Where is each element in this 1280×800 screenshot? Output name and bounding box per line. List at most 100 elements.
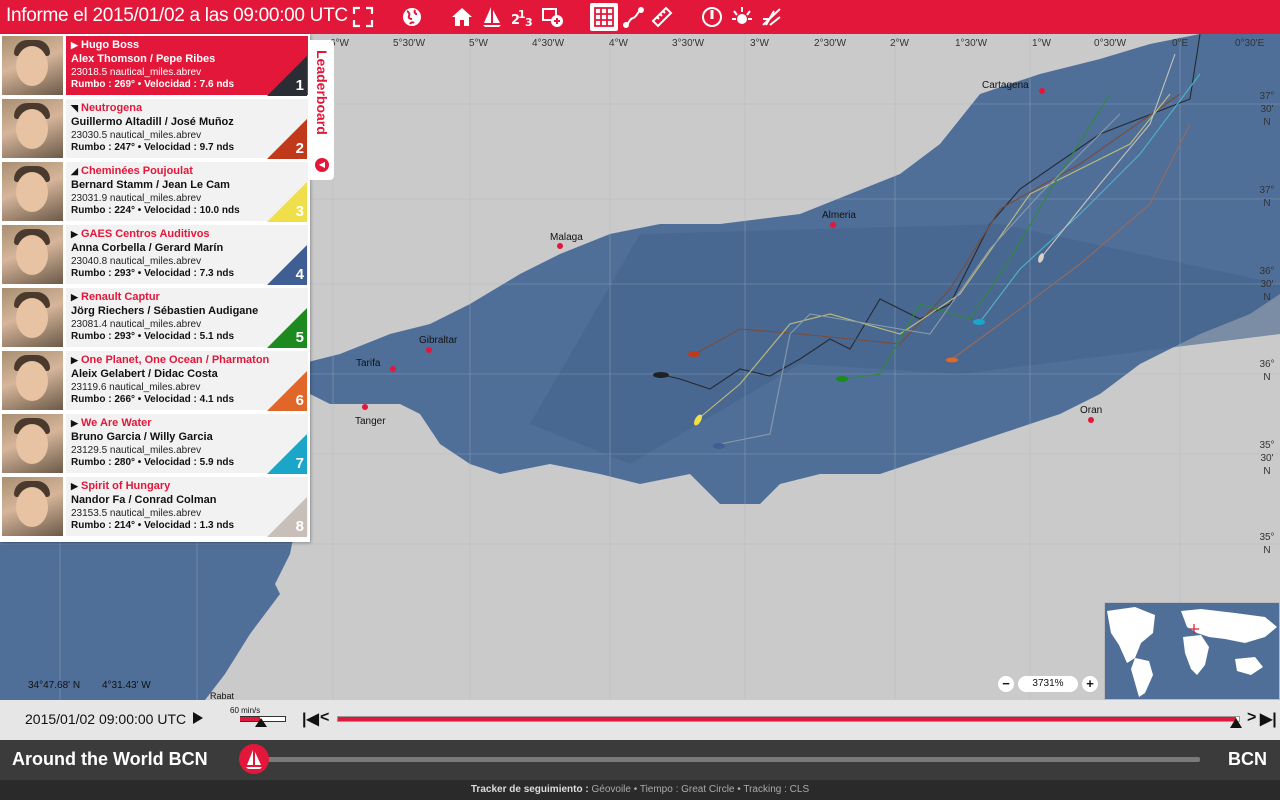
leaderboard-row[interactable]: ◢ Cheminées Poujoulat Bernard Stamm / Jean… <box>0 160 310 223</box>
playback-rate: 60 min/s <box>230 706 261 715</box>
leaderboard-row[interactable]: ▶ One Planet, One Ocean / Pharmaton Aleix … <box>0 349 310 412</box>
trend-icon: ▶ <box>71 229 78 239</box>
step-back-icon[interactable]: < <box>320 709 329 727</box>
leaderboard-tab-label: Leaderboard <box>314 50 330 135</box>
lat-label-line: N <box>1263 117 1271 128</box>
leaderboard-row[interactable]: ◥ Neutrogena Guillermo Altadill / José Muñ… <box>0 97 310 160</box>
lon-label: 3°30'W <box>672 38 705 49</box>
globe-icon[interactable] <box>398 3 426 31</box>
top-bar: Informe el 2015/01/02 a las 09:00:00 UTC… <box>0 0 1280 34</box>
boat-name: ◥ Neutrogena <box>71 102 308 114</box>
grid-icon[interactable] <box>590 3 618 31</box>
zoom-in-button[interactable]: + <box>1082 676 1098 692</box>
timeline-handle[interactable] <box>1230 718 1242 728</box>
leaderboard-row[interactable]: ▶ We Are Water Bruno Garcia / Willy Garcia… <box>0 412 310 475</box>
add-layer-icon[interactable] <box>538 3 566 31</box>
leaderboard-row[interactable]: ▶ Renault Captur Jörg Riechers / Sébastien… <box>0 286 310 349</box>
lat-label: 37° N <box>1258 184 1276 210</box>
skipper-photo <box>2 414 63 473</box>
boat-name: ▶ Renault Captur <box>71 291 308 303</box>
photo-face <box>16 235 48 275</box>
fullscreen-icon[interactable] <box>349 3 377 31</box>
leaderboard-row[interactable]: ▶ Spirit of Hungary Nandor Fa / Conrad Col… <box>0 475 310 538</box>
boat-name-text: Cheminées Poujoulat <box>81 165 193 177</box>
lat-label-line: 37° <box>1259 185 1275 196</box>
rank-badge: 3 <box>267 182 307 222</box>
skipper-photo <box>2 288 63 347</box>
rank-number: 5 <box>295 329 304 346</box>
rank-badge: 2 <box>267 119 307 159</box>
boat-name: ◢ Cheminées Poujoulat <box>71 165 308 177</box>
lat-label: 36° 30' N <box>1258 265 1276 304</box>
lon-label: 4°W <box>609 38 628 49</box>
boat-name-text: Renault Captur <box>81 291 160 303</box>
skipper-photo <box>2 225 63 284</box>
lat-label: 37° 30' N <box>1258 90 1276 129</box>
cursor-latitude: 34°47.68' N <box>28 680 81 691</box>
boat-name: ▶ Hugo Boss <box>71 39 308 51</box>
svg-text:3: 3 <box>525 16 533 29</box>
city-tanger: Tanger <box>355 416 386 427</box>
rank-badge: 1 <box>267 56 307 96</box>
step-forward-icon[interactable]: > <box>1247 709 1256 727</box>
city-cartagena: Cartagena <box>982 80 1029 91</box>
leaderboard-row[interactable]: ▶ Hugo Boss Alex Thomson / Pepe Ribes 23018… <box>0 34 310 97</box>
play-icon[interactable] <box>193 712 203 724</box>
rank-number: 3 <box>295 203 304 220</box>
barometer-icon[interactable] <box>698 3 726 31</box>
lat-label-line: 36° <box>1259 266 1275 277</box>
boat-name: ▶ One Planet, One Ocean / Pharmaton <box>71 354 308 366</box>
rank-number: 7 <box>295 455 304 472</box>
boat-name-text: Hugo Boss <box>81 39 140 51</box>
minimap-canvas[interactable] <box>1105 603 1280 700</box>
race-bar: Around the World BCN BCN <box>0 740 1280 780</box>
report-title: Informe el 2015/01/02 a las 09:00:00 UTC <box>6 5 348 26</box>
credits-text: Géovoile • Tiempo : Great Circle • Track… <box>588 784 810 795</box>
boat-name: ▶ We Are Water <box>71 417 308 429</box>
leaderboard-row[interactable]: ▶ GAES Centros Auditivos Anna Corbella / G… <box>0 223 310 286</box>
lon-label: 0°E <box>1172 38 1189 49</box>
rate-slider-handle[interactable] <box>255 718 267 727</box>
rank-number: 2 <box>295 140 304 157</box>
route-icon[interactable] <box>620 3 648 31</box>
lat-label-line: N <box>1263 545 1271 556</box>
cursor-longitude: 4°31.43' W <box>102 680 151 691</box>
photo-face <box>16 424 48 464</box>
boat-name-text: One Planet, One Ocean / Pharmaton <box>81 354 270 366</box>
skip-to-start-icon[interactable]: |◀ <box>302 709 319 729</box>
credits-footer: Tracker de seguimiento : Géovoile • Tiem… <box>0 780 1280 800</box>
app-root: Informe el 2015/01/02 a las 09:00:00 UTC… <box>0 0 1280 800</box>
sailboat-icon[interactable] <box>478 3 506 31</box>
trend-icon: ▶ <box>71 40 78 50</box>
race-progress-track <box>264 757 1200 762</box>
trend-icon: ◢ <box>71 166 78 176</box>
rank-number: 1 <box>295 77 304 94</box>
lon-label: 0°30'W <box>1094 38 1127 49</box>
trend-icon: ◥ <box>71 103 78 113</box>
photo-face <box>16 361 48 401</box>
collapse-arrow-icon[interactable]: ◀ <box>315 158 329 172</box>
zoom-out-button[interactable]: − <box>998 676 1014 692</box>
world-minimap[interactable] <box>1104 602 1280 700</box>
lat-label: 35° N <box>1258 531 1276 557</box>
rank-badge: 7 <box>267 434 307 474</box>
home-icon[interactable] <box>448 3 476 31</box>
rank-badge: 4 <box>267 245 307 285</box>
credits-label: Tracker de seguimiento : <box>470 784 589 795</box>
timeline-progress <box>338 717 1236 721</box>
timeline-bar: 2015/01/02 09:00:00 UTC 60 min/s |◀ < > … <box>0 700 1280 740</box>
city-gibraltar: Gibraltar <box>419 335 458 346</box>
sunset-icon[interactable] <box>758 3 786 31</box>
ruler-icon[interactable] <box>648 3 676 31</box>
lon-label: 5°W <box>469 38 488 49</box>
zoom-level: 3731% <box>1018 676 1078 692</box>
skip-to-end-icon[interactable]: ▶| <box>1260 709 1277 729</box>
boat-name: ▶ GAES Centros Auditivos <box>71 228 308 240</box>
lon-label: 0°30'E <box>1235 38 1265 49</box>
ranking-icon[interactable]: 213 <box>508 3 536 31</box>
leaderboard-tab[interactable]: Leaderboard ◀ <box>310 40 334 180</box>
city-rabat: Rabat <box>210 691 235 700</box>
race-boat-icon[interactable] <box>239 744 269 774</box>
lat-label: 35° 30' N <box>1258 439 1276 478</box>
wind-icon[interactable] <box>728 3 756 31</box>
